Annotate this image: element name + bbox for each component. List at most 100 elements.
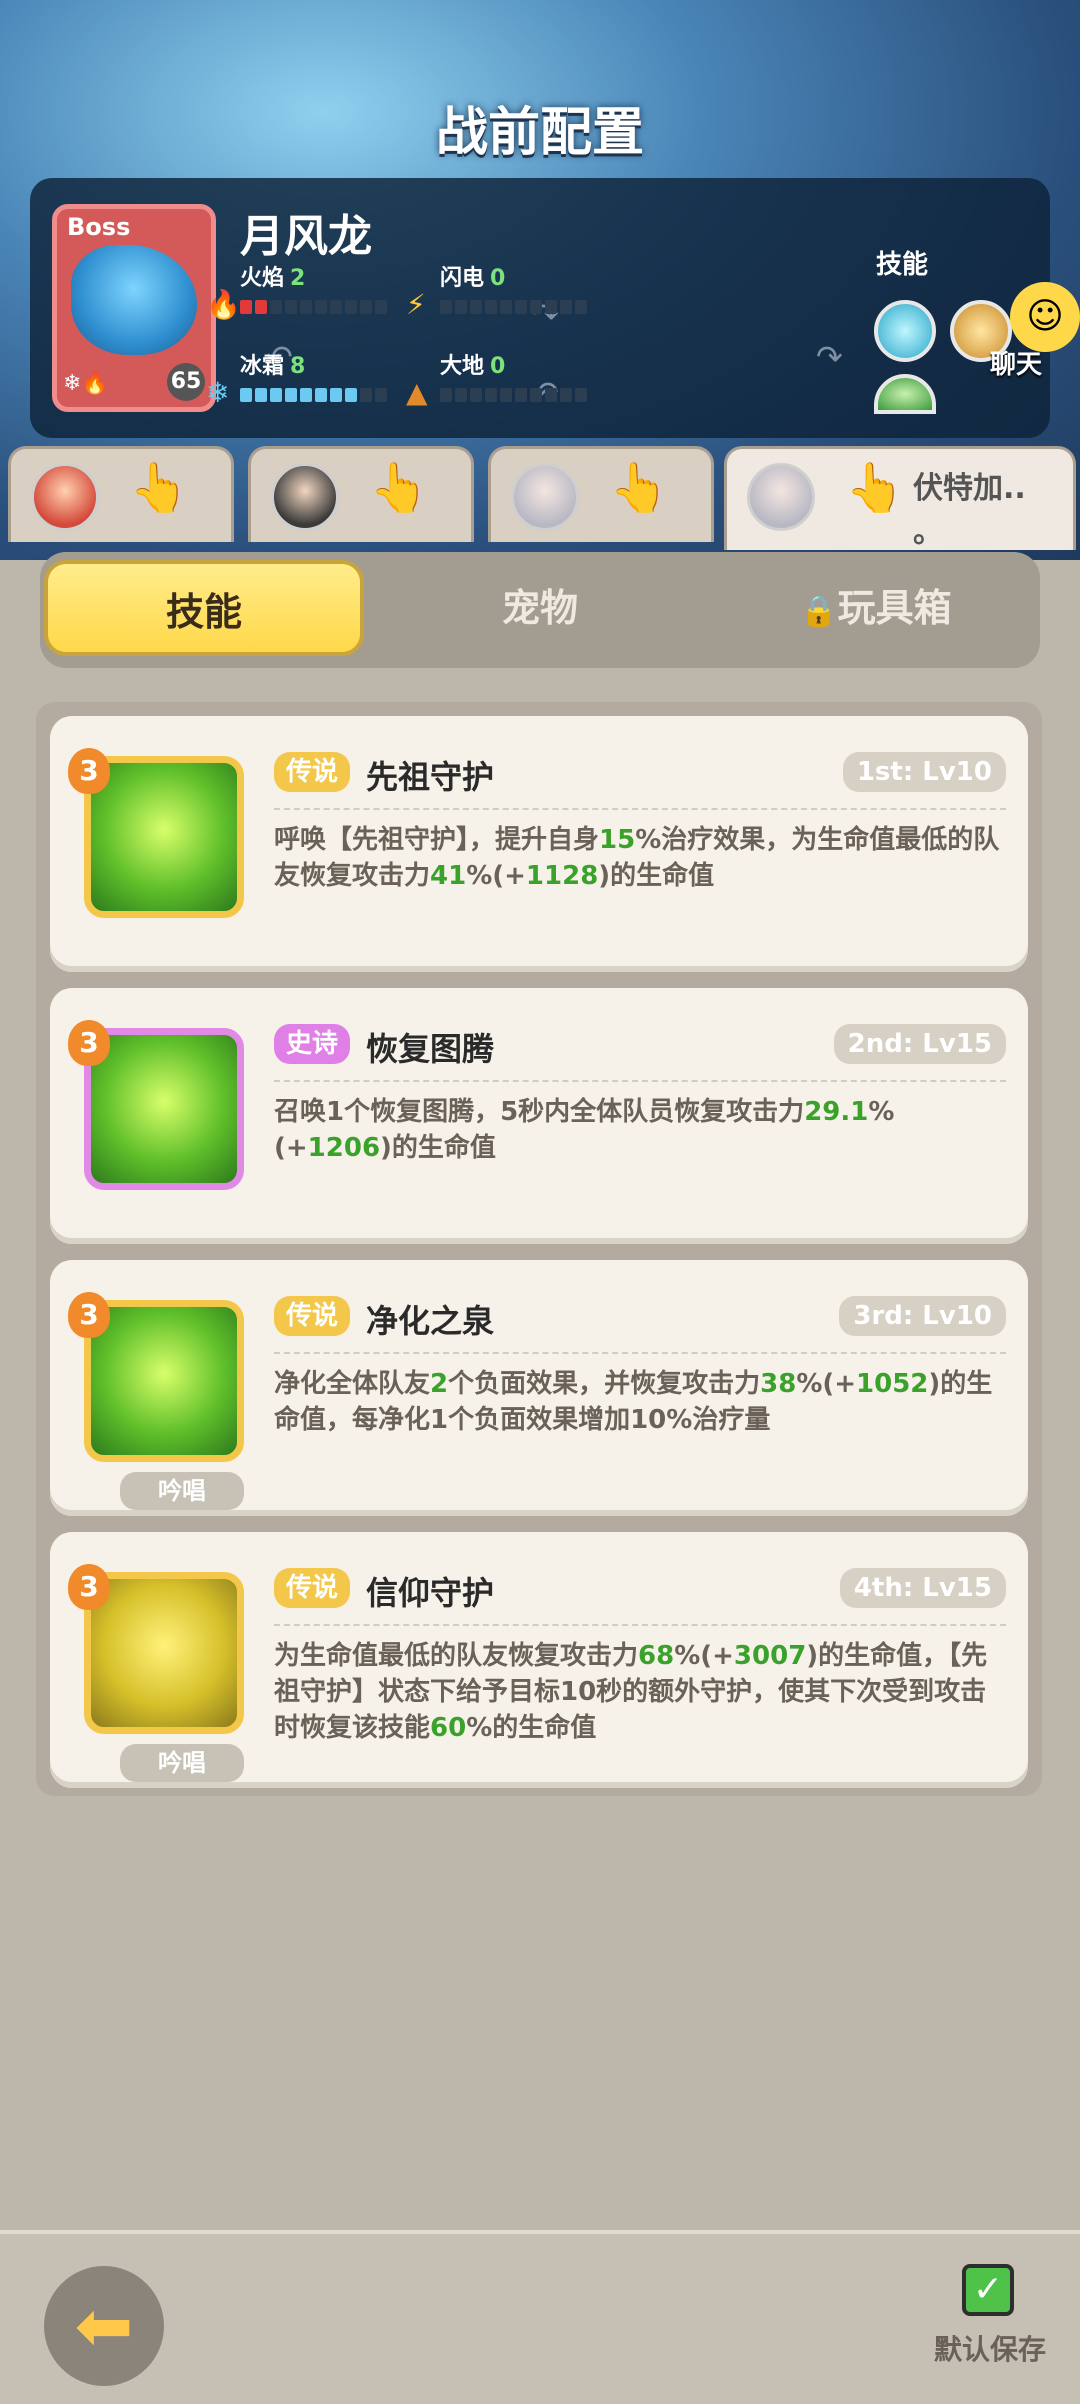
boss-skill-icon-1[interactable]	[874, 300, 936, 362]
stat-bar-segment	[485, 300, 497, 314]
skill-name: 净化之泉	[366, 1302, 495, 1340]
stat-bar-segment	[575, 388, 587, 402]
skill-level-badge: 3	[68, 1292, 110, 1338]
tab-toybox[interactable]: 🔒玩具箱	[716, 560, 1036, 656]
hero-avatar	[31, 463, 99, 531]
mountain-icon: ▲	[406, 376, 428, 409]
skill-slot-level: 2nd: Lv15	[833, 1024, 1006, 1064]
skill-description: 净化全体队友2个负面效果，并恢复攻击力38%(+1052)的生命值，每净化1个负…	[274, 1369, 993, 1435]
stat-bar-segment	[530, 300, 542, 314]
chat-label[interactable]: 聊天	[990, 344, 1042, 381]
stat-bar-segment	[345, 388, 357, 402]
hero-avatar	[511, 463, 579, 531]
skill-slot-level: 1st: Lv10	[842, 752, 1006, 792]
divider	[274, 1352, 1006, 1354]
stat-bar-segment	[255, 300, 267, 314]
chat-emoji-icon[interactable]: ☺	[1010, 282, 1080, 352]
tab-toybox-label: 玩具箱	[837, 586, 952, 630]
stat-bar-segment	[455, 388, 467, 402]
lock-icon: 🔒	[800, 594, 838, 629]
rarity-tag: 传说	[274, 752, 351, 792]
stat-bar-segment	[285, 388, 297, 402]
stat-earth: ▲ 大地 0	[406, 348, 660, 409]
skill-level-badge: 3	[68, 1020, 110, 1066]
skill-level-badge: 3	[68, 1564, 110, 1610]
stat-bar-segment	[375, 388, 387, 402]
dragon-portrait	[71, 245, 197, 355]
skill-name: 先祖守护	[366, 758, 495, 796]
skill-description: 呼唤【先祖守护】，提升自身15%治疗效果，为生命值最低的队友恢复攻击力41%(+…	[274, 825, 1000, 891]
rarity-tag: 史诗	[274, 1024, 351, 1064]
team-slot-3[interactable]: 👆	[488, 446, 714, 542]
stat-bar-segment	[330, 300, 342, 314]
skill-level-badge: 3	[68, 748, 110, 794]
tab-bar: 技能 宠物 🔒玩具箱	[40, 552, 1040, 668]
stat-bar-segment	[575, 300, 587, 314]
skill-name: 信仰守护	[366, 1574, 495, 1612]
default-save-label[interactable]: 默认保存	[934, 2328, 1046, 2368]
skill-list: 3 传说 先祖守护 1st: Lv10 呼唤【先祖守护】，提升自身15%治疗效果…	[36, 702, 1042, 1796]
chant-tag: 吟唱	[120, 1472, 244, 1510]
stat-bar-segment	[560, 300, 572, 314]
skill-card[interactable]: 3 吟唱 传说 净化之泉 3rd: Lv10 净化全体队友2个负面效果，并恢复攻…	[50, 1260, 1028, 1516]
boss-skills-label: 技能	[876, 250, 929, 280]
boss-level: 65	[167, 363, 205, 401]
stat-bar	[440, 388, 660, 402]
boss-portrait-card[interactable]: Boss ❄🔥 65	[52, 204, 216, 412]
stat-bar-segment	[240, 300, 252, 314]
skill-card[interactable]: 3 吟唱 传说 信仰守护 4th: Lv15 为生命值最低的队友恢复攻击力68%…	[50, 1532, 1028, 1788]
stat-bar-segment	[240, 388, 252, 402]
stat-bar-segment	[315, 388, 327, 402]
stat-bar-segment	[455, 300, 467, 314]
stat-bar-segment	[255, 388, 267, 402]
rarity-tag: 传说	[274, 1568, 351, 1608]
stat-bar-segment	[545, 388, 557, 402]
tap-hand-icon: 👆	[369, 460, 429, 516]
team-slot-2[interactable]: 👆	[248, 446, 474, 542]
stat-bar-segment	[345, 300, 357, 314]
boss-skill-icon-3[interactable]	[874, 374, 936, 414]
chant-tag: 吟唱	[120, 1744, 244, 1782]
stat-bar-segment	[530, 388, 542, 402]
slot-player-name: 伏特加.. 。	[913, 471, 1026, 550]
stat-bar-segment	[560, 388, 572, 402]
stat-bar-segment	[360, 388, 372, 402]
tap-hand-icon: 👆	[129, 460, 189, 516]
skill-card[interactable]: 3 史诗 恢复图腾 2nd: Lv15 召唤1个恢复图腾，5秒内全体队员恢复攻击…	[50, 988, 1028, 1244]
stat-bar-segment	[470, 388, 482, 402]
team-slots: 👆 👆 👆 👆 伏特加.. 。	[0, 446, 1080, 550]
stat-bar-segment	[285, 300, 297, 314]
boss-info-panel: Boss ❄🔥 65 月风龙 🔥 火焰2 ↷ ⚡ 闪电0 ↶ ❄ 冰霜8 ↶ ▲…	[30, 178, 1050, 438]
stat-bar-segment	[300, 300, 312, 314]
page-title: 战前配置	[435, 103, 644, 163]
tab-skills[interactable]: 技能	[44, 560, 364, 656]
stat-bar-segment	[440, 388, 452, 402]
stat-bar-segment	[360, 300, 372, 314]
stat-bar-segment	[270, 388, 282, 402]
boss-tag: Boss	[67, 213, 131, 241]
snowflake-icon: ❄	[206, 376, 230, 409]
tap-hand-icon: 👆	[845, 460, 905, 516]
stat-bar-segment	[485, 388, 497, 402]
stat-bar-segment	[545, 300, 557, 314]
skill-card[interactable]: 3 传说 先祖守护 1st: Lv10 呼唤【先祖守护】，提升自身15%治疗效果…	[50, 716, 1028, 972]
skill-slot-level: 3rd: Lv10	[839, 1296, 1006, 1336]
stat-bar-segment	[500, 388, 512, 402]
stat-bar	[240, 300, 460, 314]
back-arrow-icon[interactable]: ⬅	[44, 2266, 164, 2386]
stat-bar-segment	[515, 388, 527, 402]
stat-bar-segment	[315, 300, 327, 314]
team-slot-4[interactable]: 👆 伏特加.. 。	[724, 446, 1076, 550]
stat-bar-segment	[500, 300, 512, 314]
stat-bar-segment	[330, 388, 342, 402]
stat-bar-segment	[375, 300, 387, 314]
checkmark-icon[interactable]: ✓	[962, 2264, 1014, 2316]
team-slot-1[interactable]: 👆	[8, 446, 234, 542]
skill-name: 恢复图腾	[366, 1030, 495, 1068]
tap-hand-icon: 👆	[609, 460, 669, 516]
stat-bar	[440, 300, 660, 314]
skill-description: 召唤1个恢复图腾，5秒内全体队员恢复攻击力29.1%(+1206)的生命值	[274, 1097, 895, 1163]
tab-pets[interactable]: 宠物	[380, 560, 700, 656]
fire-icon: 🔥	[206, 288, 241, 321]
hero-avatar	[747, 463, 815, 531]
